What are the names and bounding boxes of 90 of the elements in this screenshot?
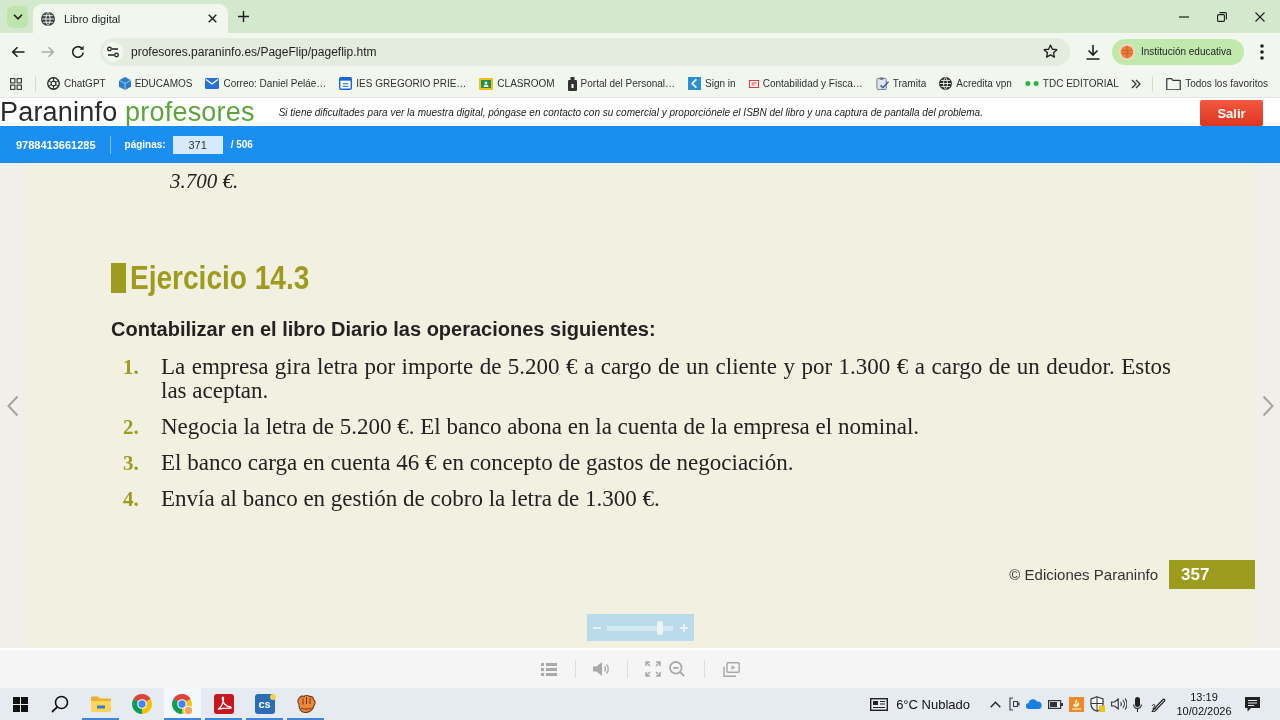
volume-icon[interactable] <box>1111 698 1127 710</box>
double-chevron-icon[interactable] <box>1131 78 1142 89</box>
board-icon <box>479 77 494 90</box>
status-dot-icon <box>270 694 276 700</box>
item-text: Negocia la letra de 5.200 €. El banco abona en la cuenta de la empresa el nominal. <box>161 415 921 439</box>
shield-icon[interactable] <box>1090 696 1105 712</box>
taskbar-app-button[interactable]: cs <box>246 688 283 720</box>
avatar-icon <box>1119 43 1135 60</box>
instruction-text: Contabilizar en el libro Diario las operaciones siguientes: <box>111 317 657 342</box>
page-total: / 506 <box>230 139 253 150</box>
zoom-slider-thumb[interactable] <box>656 620 663 635</box>
clipboard-icon <box>875 77 889 90</box>
bookmark-link[interactable]: ChatGPT <box>45 77 108 90</box>
bookmark-link[interactable]: CLASROOM <box>477 77 557 90</box>
arrow-tile-icon <box>688 77 702 90</box>
page-input[interactable]: 371 <box>172 135 223 154</box>
all-bookmarks-link[interactable]: Todos los favoritos <box>1164 77 1270 90</box>
bookmark-link[interactable]: TDC EDITORIAL <box>1022 78 1121 89</box>
bookmark-link[interactable]: Correo: Daniel Peláe… <box>203 78 329 89</box>
newspaper-icon <box>870 697 889 711</box>
envelope-icon <box>205 78 220 89</box>
minimize-icon[interactable] <box>1179 15 1189 18</box>
document-icon <box>748 79 759 88</box>
download-icon[interactable] <box>1085 43 1101 60</box>
bookmark-link[interactable]: Tramita <box>873 77 929 90</box>
pen-icon[interactable] <box>1151 696 1166 712</box>
browser-tab[interactable]: Libro digital <box>33 4 228 33</box>
globe-icon <box>41 11 55 26</box>
apps-grid-icon[interactable] <box>10 77 22 90</box>
site-logo: Paraninfo profesores <box>0 98 255 126</box>
item-number: 1. <box>123 355 140 381</box>
weather-button[interactable]: 6°C Nublado <box>870 696 970 712</box>
calendar-icon <box>339 77 353 90</box>
notification-icon[interactable] <box>1245 696 1260 712</box>
menu-icon[interactable] <box>1260 43 1264 60</box>
page-number: 357 <box>1169 560 1255 589</box>
item-number: 3. <box>123 451 140 475</box>
exercise-heading: Ejercicio 14.3 <box>130 260 310 296</box>
swoosh-tile-icon <box>213 694 234 714</box>
item-text: El banco carga en cuenta 46 € en concepto de gastos de negociación. <box>161 451 795 475</box>
restore-icon[interactable] <box>1217 11 1227 22</box>
page-text: 3.700 €. <box>170 170 240 192</box>
item-text: La empresa gira letra por importe de 5.200 € a cargo de un cliente y por 1.300 € a cargo de un deudor. Estos las aceptan. <box>161 355 1171 403</box>
flame-tile-icon[interactable] <box>1069 696 1084 712</box>
plus-icon[interactable] <box>238 11 249 22</box>
bottle-icon <box>567 76 577 91</box>
caret-up-icon[interactable] <box>990 700 1001 708</box>
item-number: 4. <box>123 487 140 511</box>
camera-icon[interactable] <box>1009 697 1020 711</box>
logo-tile: cs <box>254 694 275 714</box>
tricolor-ring-icon <box>131 694 152 714</box>
bookmark-link[interactable]: EDUCAMOS <box>116 77 195 90</box>
profile-button[interactable]: Institución educativa <box>1112 38 1244 65</box>
notice-text: Si tiene dificultades para ver la muestra digital, póngase en contacto con su comercial y proporciónele el ISBN del libro y una captura de pantalla del problema. <box>278 106 983 118</box>
back-icon[interactable] <box>11 45 25 58</box>
pages-label: páginas: <box>124 139 166 150</box>
microphone-icon[interactable] <box>1133 696 1142 712</box>
clock[interactable]: 13:19 10/02/2026 <box>1175 690 1233 718</box>
windows-icon <box>12 696 28 712</box>
isbn-text: 9788413661285 <box>16 138 96 151</box>
two-dots-icon <box>1024 81 1039 86</box>
sliders-icon[interactable] <box>103 41 123 62</box>
logout-button[interactable]: Salir <box>1200 100 1263 126</box>
bookmark-link[interactable]: Acredita vpn <box>937 77 1014 90</box>
bookmark-link[interactable]: Sign in <box>686 77 738 90</box>
tab-list-button[interactable] <box>7 6 28 28</box>
ring-with-badge-icon <box>172 693 193 715</box>
bookmark-link[interactable]: Contabilidad y Fisca… <box>746 78 865 89</box>
item-number: 2. <box>123 415 140 439</box>
search-icon <box>51 695 69 713</box>
glove-icon <box>295 695 316 713</box>
globe-icon <box>939 77 953 90</box>
battery-icon[interactable] <box>1048 699 1063 709</box>
bookmark-link[interactable]: Portal del Personal… <box>565 76 678 91</box>
chevron-down-icon <box>12 14 23 20</box>
cube-icon <box>118 77 131 90</box>
taskbar-app-button[interactable] <box>164 688 201 720</box>
bar-marker-icon <box>111 263 126 293</box>
folder-icon <box>1166 77 1182 90</box>
folder-icon <box>90 696 111 712</box>
address-bar[interactable]: profesores.paraninfo.es/PageFlip/pageflip.htm <box>100 37 1070 66</box>
reload-icon[interactable] <box>71 44 85 59</box>
bookmark-link[interactable]: IES GREGORIO PRIE… <box>337 77 469 90</box>
close-icon[interactable] <box>208 14 217 23</box>
item-text: Envía al banco en gestión de cobro la letra de 1.300 €. <box>161 487 661 511</box>
close-icon[interactable] <box>1255 11 1265 22</box>
copyright-text: © Ediciones Paraninfo <box>1009 566 1158 583</box>
star-icon[interactable] <box>1043 44 1058 59</box>
cloud-icon[interactable] <box>1026 699 1042 709</box>
wheel-icon <box>47 77 60 90</box>
